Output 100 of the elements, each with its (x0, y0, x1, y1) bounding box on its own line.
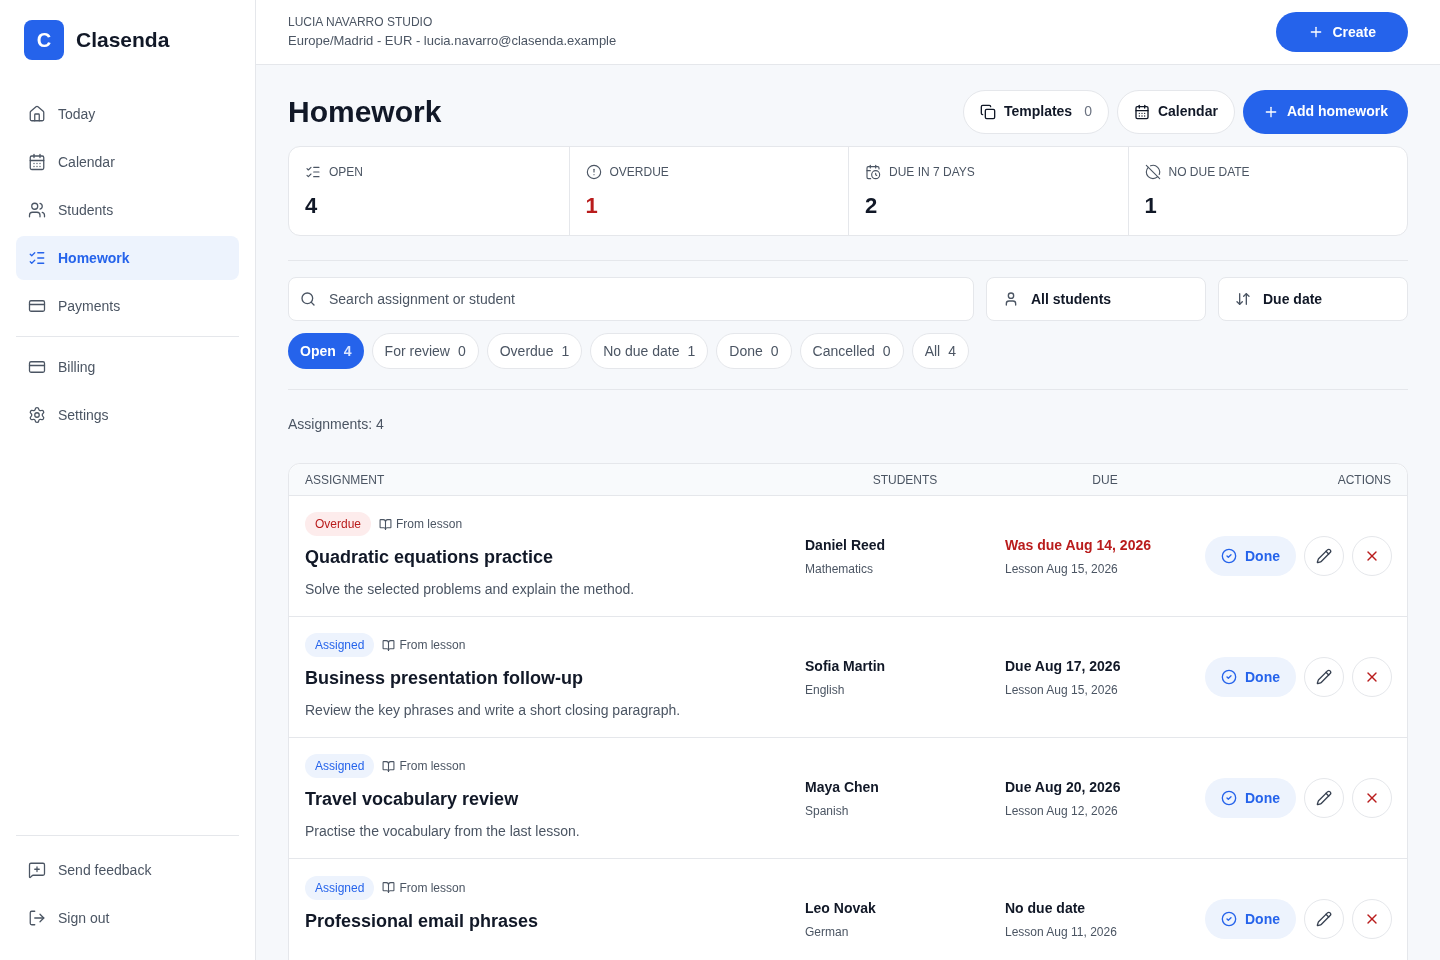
done-button[interactable]: Done (1205, 657, 1296, 697)
check-circle-icon (1221, 790, 1237, 806)
brand-name: Clasenda (76, 27, 170, 54)
pencil-icon (1316, 669, 1332, 685)
stat-value: 4 (305, 192, 319, 220)
subject: Spanish (805, 802, 850, 820)
assignment-description: Practise the vocabulary from the last lesson. (305, 822, 581, 841)
nav-item[interactable]: Settings (16, 393, 239, 437)
done-button[interactable]: Done (1205, 778, 1296, 818)
subject: German (805, 923, 850, 941)
column-header: STUDENTS (872, 471, 938, 489)
filter-chip[interactable]: No due date 1 (590, 333, 709, 369)
column-header: ACTIONS (1337, 471, 1391, 489)
add-homework-button[interactable]: Add homework (1242, 89, 1408, 134)
book-icon (382, 759, 396, 773)
check-circle-icon (1221, 669, 1237, 685)
checklist-icon (305, 164, 321, 180)
lesson-date: Lesson Aug 12, 2026 (1005, 802, 1119, 820)
subject: Mathematics (805, 560, 875, 578)
nav-item[interactable]: Calendar (16, 140, 239, 184)
nav-item[interactable]: Payments (16, 284, 239, 328)
source-label: From lesson (399, 637, 466, 654)
nav-item[interactable]: Sign out (16, 896, 239, 940)
assignment-title: Travel vocabulary review (305, 788, 520, 811)
studio-name: LUCIA NAVARRO STUDIO (288, 14, 434, 32)
student-name: Maya Chen (805, 777, 880, 797)
stat-label: OPEN (329, 164, 363, 181)
subject: English (805, 681, 846, 699)
nav-item[interactable]: Billing (16, 345, 239, 389)
lesson-date: Lesson Aug 11, 2026 (1005, 923, 1118, 941)
assignment-title: Quadratic equations practice (305, 546, 555, 569)
studio-details: Europe/Madrid - EUR - lucia.navarro@clasenda.example (288, 32, 617, 51)
filter-chip[interactable]: Done 0 (716, 333, 792, 369)
stat-value: 1 (1144, 192, 1158, 220)
check-circle-icon (1221, 911, 1237, 927)
stat-label: DUE IN 7 DAYS (889, 164, 975, 181)
student-name: Sofia Martin (805, 656, 887, 676)
lesson-date: Lesson Aug 15, 2026 (1005, 681, 1119, 699)
assignments-count: Assignments: 4 (288, 415, 385, 434)
assignment-title: Business presentation follow-up (305, 667, 585, 690)
stat-value: 2 (865, 192, 879, 220)
status-tag: Assigned (305, 875, 375, 900)
source-label: From lesson (399, 879, 466, 897)
create-button[interactable]: Create (1276, 12, 1408, 52)
feedback-icon (28, 861, 46, 879)
alert-icon (585, 164, 602, 180)
calendar-icon (28, 153, 46, 171)
student-name: Daniel Reed (805, 535, 887, 555)
pencil-icon (1316, 911, 1332, 927)
column-header: DUE (1092, 471, 1118, 489)
nav-item[interactable]: Today (16, 92, 239, 136)
filter-chip[interactable]: Cancelled 0 (799, 333, 904, 369)
copy-icon (979, 103, 996, 120)
filter-chip[interactable]: Open 4 (288, 333, 364, 369)
slashed-circle-icon (1144, 164, 1161, 180)
sort-select[interactable]: Due date (1218, 277, 1408, 321)
stat-value: 1 (585, 192, 599, 220)
pencil-icon (1316, 548, 1332, 564)
filter-chip[interactable]: All 4 (911, 333, 969, 369)
templates-button[interactable]: Templates 0 (962, 89, 1109, 134)
status-tag: Assigned (305, 633, 375, 657)
calendar-clock-icon (865, 164, 881, 180)
sign-out-icon (28, 909, 46, 927)
stat-label: NO DUE DATE (1168, 164, 1250, 181)
stat-label: OVERDUE (609, 164, 669, 181)
done-button[interactable]: Done (1205, 536, 1296, 576)
settings-icon (28, 406, 46, 424)
done-button[interactable]: Done (1205, 899, 1296, 939)
logo: C (24, 20, 64, 60)
sort-icon (1235, 291, 1251, 307)
checklist-icon (28, 249, 46, 267)
nav-item[interactable]: Students (16, 188, 239, 232)
pencil-icon (1316, 790, 1332, 806)
due-date: Due Aug 17, 2026 (1005, 656, 1122, 676)
card-icon (28, 358, 46, 376)
search-icon (300, 291, 316, 307)
student-select[interactable]: All students (986, 277, 1206, 321)
calendar-button[interactable]: Calendar (1116, 89, 1235, 134)
home-icon (28, 105, 46, 123)
book-icon (382, 638, 396, 652)
status-tag: Overdue (305, 512, 372, 536)
column-header: ASSIGNMENT (305, 471, 385, 489)
source-label: From lesson (399, 758, 466, 775)
search-field[interactable]: Search assignment or student (288, 277, 974, 321)
assignment-description: Solve the selected problems and explain the method. (305, 580, 636, 599)
due-date: No due date (1005, 898, 1087, 918)
due-date: Due Aug 20, 2026 (1005, 777, 1122, 797)
book-icon (382, 881, 396, 894)
assignment-description: Review the key phrases and write a short closing paragraph. (305, 701, 682, 720)
due-date: Was due Aug 14, 2026 (1005, 535, 1152, 555)
nav-item[interactable]: Homework (16, 236, 239, 280)
page-title: Homework (288, 94, 442, 130)
users-icon (28, 201, 46, 219)
filter-chip[interactable]: For review 0 (371, 333, 479, 369)
lesson-date: Lesson Aug 15, 2026 (1005, 560, 1119, 578)
calendar-icon (1133, 103, 1150, 120)
filter-chip[interactable]: Overdue 1 (486, 333, 583, 369)
nav-item[interactable]: Send feedback (16, 848, 239, 892)
user-icon (1003, 291, 1019, 307)
check-circle-icon (1221, 548, 1237, 564)
